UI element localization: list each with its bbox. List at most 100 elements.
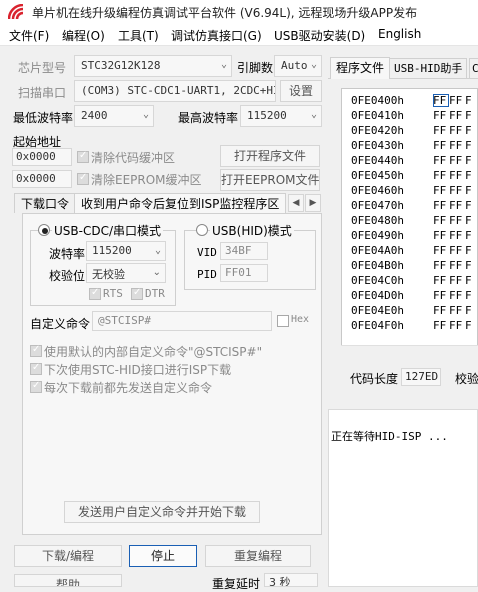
hex-viewer[interactable]: 0FE0400h FF FF F 0FE0410h FF FF F 0FE0420h FF FF F 0… — [341, 88, 478, 363]
hex-byte[interactable]: F — [465, 124, 477, 137]
open-eeprom-file-button[interactable]: 打开EEPROM文件 — [220, 169, 320, 191]
hex-byte[interactable]: FF — [449, 244, 465, 257]
tab-usb-hid-helper[interactable]: USB-HID助手 — [389, 58, 468, 78]
hex-byte[interactable]: F — [465, 154, 477, 167]
custom-command-input[interactable]: @STCISP# — [92, 311, 272, 331]
hex-byte[interactable]: F — [465, 184, 477, 197]
hex-byte[interactable]: FF — [449, 139, 465, 152]
code-start-address-input[interactable]: 0x0000 — [12, 148, 72, 166]
hex-byte[interactable]: FF — [433, 229, 449, 242]
hex-byte[interactable]: FF — [449, 319, 465, 332]
tab-scroll-left-button[interactable]: ◀ — [288, 194, 304, 212]
hex-byte[interactable]: F — [465, 169, 477, 182]
hex-byte[interactable]: FF — [449, 274, 465, 287]
parity-select[interactable]: 无校验 ⌄ — [86, 263, 166, 283]
vid-input[interactable]: 34BF — [220, 242, 268, 260]
min-baud-select[interactable]: 2400 ⌄ — [74, 105, 154, 127]
hex-byte[interactable]: FF — [433, 109, 449, 122]
rts-checkbox[interactable]: ✓ — [89, 287, 101, 300]
hex-byte[interactable]: FF — [449, 94, 465, 107]
eeprom-start-address-input[interactable]: 0x0000 — [12, 170, 72, 188]
hex-byte[interactable]: FF — [433, 214, 449, 227]
hex-byte[interactable]: FF — [449, 109, 465, 122]
dtr-checkbox[interactable]: ✓ — [131, 287, 143, 300]
tab-program-file[interactable]: 程序文件 — [330, 57, 391, 79]
menu-debug[interactable]: 调试仿真接口(G) — [171, 27, 262, 44]
hex-byte[interactable]: FF — [433, 169, 449, 182]
hex-byte[interactable]: FF — [449, 184, 465, 197]
hex-row: 0FE04C0h FF FF F — [351, 274, 477, 287]
hex-byte[interactable]: F — [465, 274, 477, 287]
repeat-delay-select[interactable]: 3 秒 — [264, 573, 318, 587]
hex-byte[interactable]: F — [465, 244, 477, 257]
hex-byte[interactable]: F — [465, 319, 477, 332]
default-command-checkbox[interactable]: ✓ — [30, 344, 42, 357]
hex-byte[interactable]: F — [465, 289, 477, 302]
stop-button[interactable]: 停止 — [129, 545, 197, 567]
serial-port-select[interactable]: (COM3) STC-CDC1-UART1, 2CDC+HI — [74, 80, 276, 102]
clear-code-checkbox[interactable]: ✓ — [77, 150, 89, 163]
hex-byte[interactable]: FF — [433, 259, 449, 272]
hex-byte[interactable]: FF — [433, 184, 449, 197]
hex-byte[interactable]: F — [465, 139, 477, 152]
download-program-button[interactable]: 下载/编程 — [14, 545, 122, 567]
hex-byte[interactable]: FF — [433, 199, 449, 212]
send-before-download-checkbox[interactable]: ✓ — [30, 380, 42, 393]
tab-download-password[interactable]: 下载口令 — [14, 193, 77, 213]
hex-byte[interactable]: F — [465, 214, 477, 227]
hex-byte[interactable]: FF — [433, 289, 449, 302]
hex-byte[interactable]: F — [465, 259, 477, 272]
hid-mode-radio[interactable] — [196, 224, 208, 236]
hex-byte[interactable]: F — [465, 304, 477, 317]
pin-count-select[interactable]: Auto ⌄ — [274, 55, 322, 77]
hex-byte[interactable]: FF — [449, 214, 465, 227]
hex-byte[interactable]: FF — [449, 154, 465, 167]
hex-row-address: 0FE0460h — [351, 184, 404, 197]
tab-c[interactable]: C — [469, 58, 478, 78]
hex-byte[interactable]: FF — [449, 124, 465, 137]
tab-reset-to-isp[interactable]: 收到用户命令后复位到ISP监控程序区 — [74, 193, 287, 213]
hex-byte[interactable]: FF — [433, 304, 449, 317]
open-program-file-button[interactable]: 打开程序文件 — [220, 145, 320, 167]
menu-program[interactable]: 编程(O) — [62, 27, 105, 44]
hex-byte[interactable]: FF — [433, 154, 449, 167]
hex-horizontal-scrollbar[interactable] — [341, 345, 478, 363]
hex-byte[interactable]: F — [465, 229, 477, 242]
repeat-program-button[interactable]: 重复编程 — [205, 545, 311, 567]
cdc-baud-select[interactable]: 115200 ⌄ — [86, 241, 166, 261]
menu-file[interactable]: 文件(F) — [9, 27, 49, 44]
hex-byte[interactable]: FF — [433, 274, 449, 287]
hex-checkbox[interactable]: ✓ — [277, 315, 289, 327]
hex-byte[interactable]: F — [465, 94, 477, 107]
menu-usb-driver[interactable]: USB驱动安装(D) — [274, 27, 365, 44]
hex-row-address: 0FE0490h — [351, 229, 404, 242]
menu-english[interactable]: English — [378, 27, 421, 41]
hex-byte[interactable]: FF — [433, 124, 449, 137]
next-hid-isp-checkbox[interactable]: ✓ — [30, 362, 42, 375]
chip-type-select[interactable]: STC32G12K128 ⌄ — [74, 55, 232, 77]
send-command-and-download-button[interactable]: 发送用户自定义命令并开始下载 — [64, 501, 260, 523]
help-button[interactable]: 帮助 — [14, 574, 122, 587]
tab-scroll-right-button[interactable]: ▶ — [305, 194, 321, 212]
hex-row: 0FE0420h FF FF F — [351, 124, 477, 137]
hex-byte[interactable]: FF — [433, 94, 449, 107]
hex-byte[interactable]: FF — [433, 139, 449, 152]
hex-byte[interactable]: FF — [449, 289, 465, 302]
max-baud-select[interactable]: 115200 ⌄ — [240, 105, 322, 127]
cdc-mode-radio[interactable] — [38, 224, 50, 236]
log-output[interactable]: 正在等待HID-ISP ... — [328, 409, 478, 587]
hex-byte[interactable]: F — [465, 109, 477, 122]
chevron-down-icon: ⌄ — [220, 59, 227, 70]
clear-eeprom-checkbox[interactable]: ✓ — [77, 172, 89, 185]
settings-button[interactable]: 设置 — [280, 80, 322, 102]
hex-byte[interactable]: FF — [449, 304, 465, 317]
hex-byte[interactable]: F — [465, 199, 477, 212]
hex-byte[interactable]: FF — [433, 319, 449, 332]
menu-tools[interactable]: 工具(T) — [118, 27, 159, 44]
hex-byte[interactable]: FF — [433, 244, 449, 257]
hex-byte[interactable]: FF — [449, 169, 465, 182]
hex-byte[interactable]: FF — [449, 229, 465, 242]
hex-byte[interactable]: FF — [449, 199, 465, 212]
pid-input[interactable]: FF01 — [220, 264, 268, 282]
hex-byte[interactable]: FF — [449, 259, 465, 272]
